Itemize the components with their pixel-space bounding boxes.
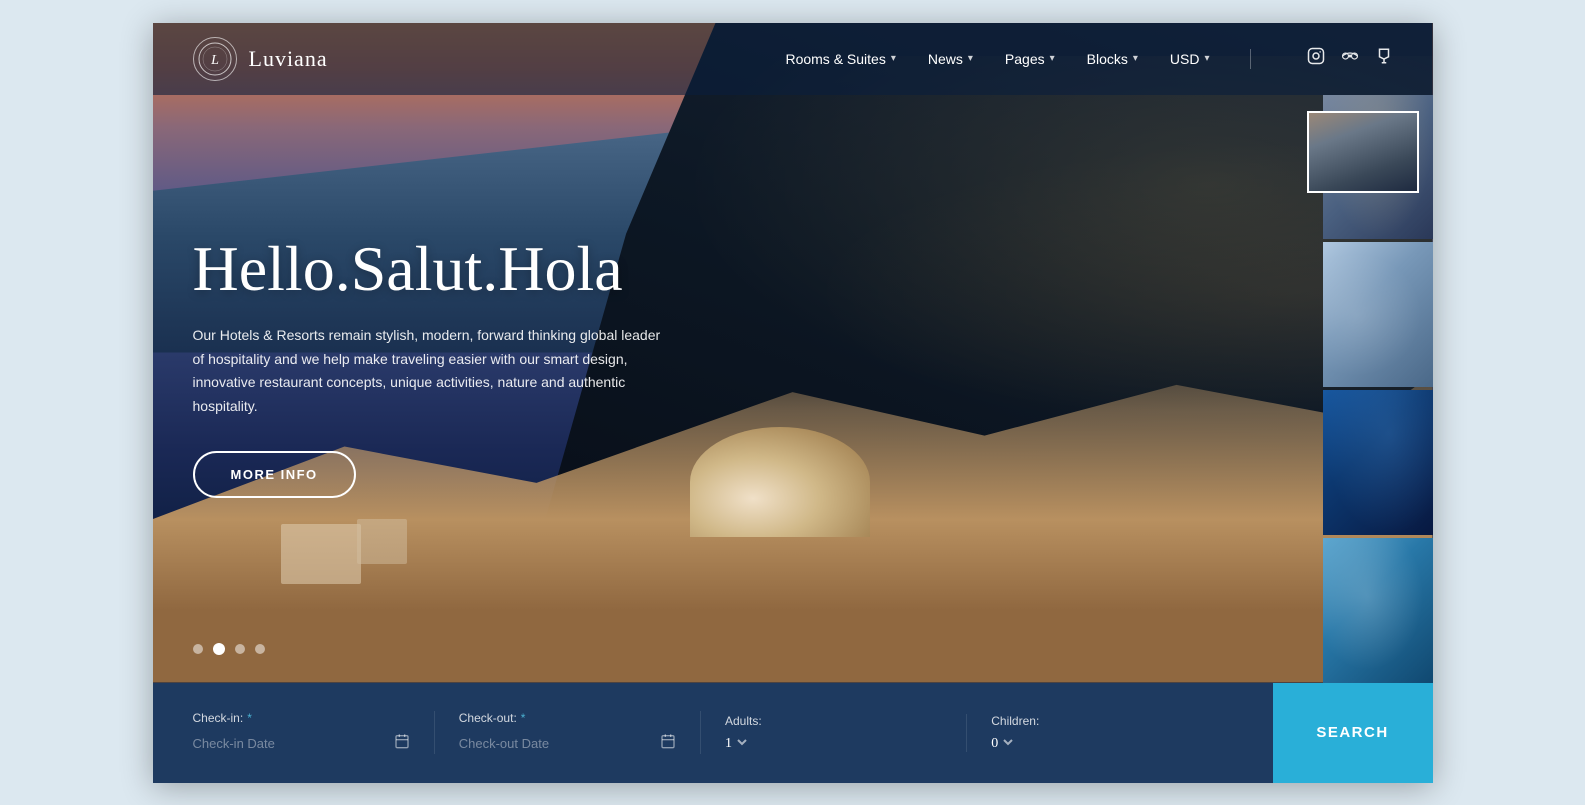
search-button[interactable]: SEARCH (1273, 683, 1433, 783)
checkout-field: Check-out: * (435, 711, 701, 754)
logo-icon[interactable]: L (193, 37, 237, 81)
adults-field: Adults: 1 (701, 714, 967, 752)
checkout-required-marker: * (521, 711, 526, 725)
building-1 (281, 524, 361, 584)
chevron-down-icon: ▾ (891, 53, 896, 64)
slide-dot-2[interactable] (213, 643, 225, 655)
children-field: Children: 0 (967, 714, 1232, 752)
checkin-input-wrap (193, 733, 410, 754)
adults-select-wrap: 1 (725, 736, 942, 752)
chevron-down-icon: ▾ (968, 53, 973, 64)
selected-thumbnail[interactable] (1307, 111, 1419, 193)
checkin-input[interactable] (193, 736, 386, 751)
checkout-input[interactable] (459, 736, 652, 751)
svg-text:L: L (210, 53, 219, 68)
checkout-calendar-icon[interactable] (660, 733, 676, 754)
children-chevron-icon (1002, 736, 1014, 752)
checkin-label: Check-in: * (193, 711, 410, 725)
hero-content: Hello.Salut.Hola Our Hotels & Resorts re… (193, 233, 673, 498)
checkout-input-wrap (459, 733, 676, 754)
slide-dot-1[interactable] (193, 644, 203, 654)
page-wrapper: L Luviana Rooms & Suites ▾ News ▾ Pages … (153, 23, 1433, 783)
thumb-5[interactable] (1323, 538, 1433, 683)
adults-value: 1 (725, 736, 732, 752)
slide-dot-3[interactable] (235, 644, 245, 654)
hero-description: Our Hotels & Resorts remain stylish, mod… (193, 324, 673, 419)
checkin-required-marker: * (247, 711, 252, 725)
brand-name: Luviana (249, 46, 328, 72)
thumb-3[interactable] (1323, 242, 1433, 387)
booking-form: Check-in: * (153, 683, 1273, 783)
more-info-button[interactable]: MORE INFO (193, 451, 356, 498)
hero-section: L Luviana Rooms & Suites ▾ News ▾ Pages … (153, 23, 1433, 683)
chevron-down-icon: ▾ (1050, 53, 1055, 64)
nav-news[interactable]: News ▾ (928, 51, 973, 67)
checkout-label: Check-out: * (459, 711, 676, 725)
nav-links: Rooms & Suites ▾ News ▾ Pages ▾ Blocks ▾… (785, 47, 1392, 70)
building-2 (357, 519, 407, 564)
booking-bar: Check-in: * (153, 683, 1433, 783)
chevron-down-icon: ▾ (1204, 53, 1209, 64)
children-select-wrap: 0 (991, 736, 1208, 752)
slide-dots (193, 643, 265, 655)
tripadvisor-icon[interactable] (1341, 47, 1359, 70)
social-icons (1307, 47, 1393, 70)
foursquare-icon[interactable] (1375, 47, 1393, 70)
adults-chevron-icon (736, 736, 748, 752)
nav-divider (1250, 49, 1251, 69)
navbar: L Luviana Rooms & Suites ▾ News ▾ Pages … (153, 23, 1433, 95)
slide-dot-4[interactable] (255, 644, 265, 654)
chevron-down-icon: ▾ (1133, 53, 1138, 64)
instagram-icon[interactable] (1307, 47, 1325, 70)
logo-area: L Luviana (193, 37, 328, 81)
checkin-field: Check-in: * (193, 711, 435, 754)
nav-currency[interactable]: USD ▾ (1170, 51, 1210, 67)
children-value: 0 (991, 736, 998, 752)
nav-rooms[interactable]: Rooms & Suites ▾ (785, 51, 895, 67)
hero-title: Hello.Salut.Hola (193, 233, 673, 303)
nav-blocks[interactable]: Blocks ▾ (1087, 51, 1138, 67)
nav-pages[interactable]: Pages ▾ (1005, 51, 1055, 67)
checkin-calendar-icon[interactable] (394, 733, 410, 754)
thumb-4[interactable] (1323, 390, 1433, 535)
adults-label: Adults: (725, 714, 942, 728)
dome (690, 427, 870, 537)
children-label: Children: (991, 714, 1208, 728)
